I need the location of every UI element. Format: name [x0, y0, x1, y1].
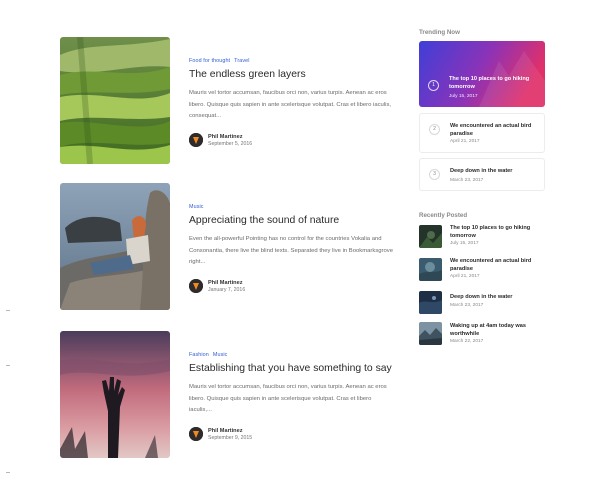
- avatar[interactable]: [189, 133, 203, 147]
- trending-rank: 1: [428, 80, 439, 91]
- post-title[interactable]: Appreciating the sound of nature: [189, 215, 393, 226]
- category-link[interactable]: Music: [213, 352, 228, 358]
- category-link[interactable]: Travel: [234, 58, 249, 64]
- recent-post-title: Deep down in the water: [450, 294, 513, 300]
- post-card: Food for thought Travel The endless green…: [60, 37, 393, 164]
- category-link[interactable]: Music: [189, 204, 204, 210]
- trending-item-1[interactable]: 1 The top 10 places to go hiking tomorro…: [419, 41, 545, 107]
- trending-title: The top 10 places to go hiking tomorrow: [449, 76, 530, 90]
- post-author: Phil Martinez September 5, 2016: [189, 133, 393, 149]
- author-name[interactable]: Phil Martinez: [208, 428, 243, 434]
- edge-marker: [6, 472, 10, 473]
- recent-post-item[interactable]: Deep down in the water March 23, 2017: [419, 291, 549, 315]
- trending-heading: Trending Now: [419, 29, 460, 36]
- blog-page: Food for thought Travel The endless green…: [0, 0, 600, 490]
- recent-post-title: We encountered an actual bird paradise: [450, 258, 532, 272]
- post-author: Phil Martinez September 9, 2015: [189, 427, 393, 443]
- post-categories: Food for thought Travel: [189, 58, 393, 66]
- post-excerpt: Mauris vel tortor accumsan, faucibus orc…: [189, 384, 387, 413]
- post-author: Phil Martinez January 7, 2016: [189, 279, 393, 295]
- recent-post-date: March 23, 2017: [450, 303, 484, 308]
- recent-post-thumbnail: [419, 322, 442, 345]
- recent-post-title: The top 10 places to go hiking tomorrow: [450, 225, 531, 239]
- trending-item-3[interactable]: 3 Deep down in the water March 23, 2017: [419, 158, 545, 191]
- post-categories: Fashion Music: [189, 352, 393, 360]
- recent-post-thumbnail: [419, 225, 442, 248]
- trending-item-2[interactable]: 2 We encountered an actual bird paradise…: [419, 113, 545, 153]
- trending-date: April 21, 2017: [450, 139, 480, 144]
- post-image-woman-on-rocks[interactable]: [60, 183, 170, 310]
- edge-marker: [6, 310, 10, 311]
- avatar[interactable]: [189, 279, 203, 293]
- recent-post-item[interactable]: The top 10 places to go hiking tomorrow …: [419, 225, 549, 249]
- recent-post-date: March 22, 2017: [450, 339, 484, 344]
- trending-date: July 15, 2017: [449, 94, 478, 99]
- recent-post-date: April 21, 2017: [450, 274, 480, 279]
- post-image-hand-sunset[interactable]: [60, 331, 170, 458]
- recent-post-thumbnail: [419, 258, 442, 281]
- post-excerpt: Mauris vel tortor accumsan, faucibus orc…: [189, 90, 392, 119]
- author-name[interactable]: Phil Martinez: [208, 134, 243, 140]
- post-title[interactable]: The endless green layers: [189, 69, 393, 80]
- post-image-green-hills[interactable]: [60, 37, 170, 164]
- post-date: September 5, 2016: [208, 141, 253, 147]
- category-link[interactable]: Fashion: [189, 352, 209, 358]
- trending-title: Deep down in the water: [450, 168, 513, 174]
- post-card: Fashion Music Establishing that you have …: [60, 331, 393, 458]
- avatar[interactable]: [189, 427, 203, 441]
- recent-post-item[interactable]: Waking up at 4am today was worthwhile Ma…: [419, 322, 549, 346]
- post-date: January 7, 2016: [208, 287, 246, 293]
- author-name[interactable]: Phil Martinez: [208, 280, 243, 286]
- post-title[interactable]: Establishing that you have something to …: [189, 363, 393, 374]
- recent-post-date: July 15, 2017: [450, 241, 479, 246]
- recent-post-thumbnail: [419, 291, 442, 314]
- edge-marker: [6, 365, 10, 366]
- recent-heading: Recently Posted: [419, 212, 468, 219]
- post-categories: Music: [189, 204, 393, 212]
- trending-rank: 2: [429, 124, 440, 135]
- recent-post-item[interactable]: We encountered an actual bird paradise A…: [419, 258, 549, 282]
- recent-post-title: Waking up at 4am today was worthwhile: [450, 323, 526, 337]
- trending-rank: 3: [429, 169, 440, 180]
- post-card: Music Appreciating the sound of nature E…: [60, 183, 393, 310]
- post-date: September 9, 2015: [208, 435, 253, 441]
- post-excerpt: Even the all-powerful Pointing has no co…: [189, 236, 393, 265]
- trending-date: March 23, 2017: [450, 178, 484, 183]
- category-link[interactable]: Food for thought: [189, 58, 230, 64]
- trending-title: We encountered an actual bird paradise: [450, 123, 532, 137]
- trending-featured-background: [419, 41, 545, 107]
